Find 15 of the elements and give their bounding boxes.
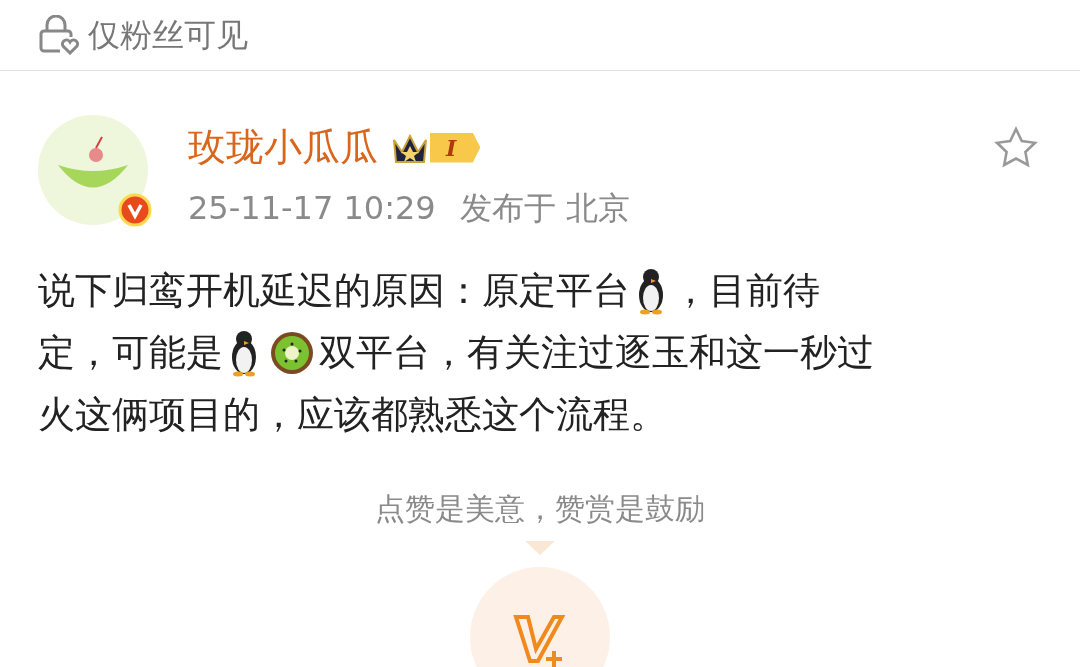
visibility-label: 仅粉丝可见 [88, 15, 248, 56]
pointer-icon [525, 541, 555, 557]
post-text: 定，可能是 [38, 330, 223, 376]
post-text: ，目前待 [672, 268, 820, 314]
reward-prompt: 点赞是美意，赞赏是鼓励 [375, 490, 705, 528]
post-text: 火这俩项目的，应该都熟悉这个流程。 [38, 392, 667, 438]
post-location: 发布于 北京 [459, 188, 630, 229]
author-name[interactable]: 玫珑小瓜瓜 [188, 119, 378, 176]
post-text: 双平台，有关注过逐玉和这一秒过 [319, 330, 874, 376]
level-badge: I [430, 132, 481, 163]
post-text: 说下归鸾开机延迟的原因：原定平台 [38, 268, 630, 314]
avatar[interactable] [38, 115, 148, 225]
lock-heart-icon [38, 15, 80, 55]
post-time: 25-11-17 10:29 [188, 188, 436, 229]
kiwi-icon [269, 330, 315, 376]
